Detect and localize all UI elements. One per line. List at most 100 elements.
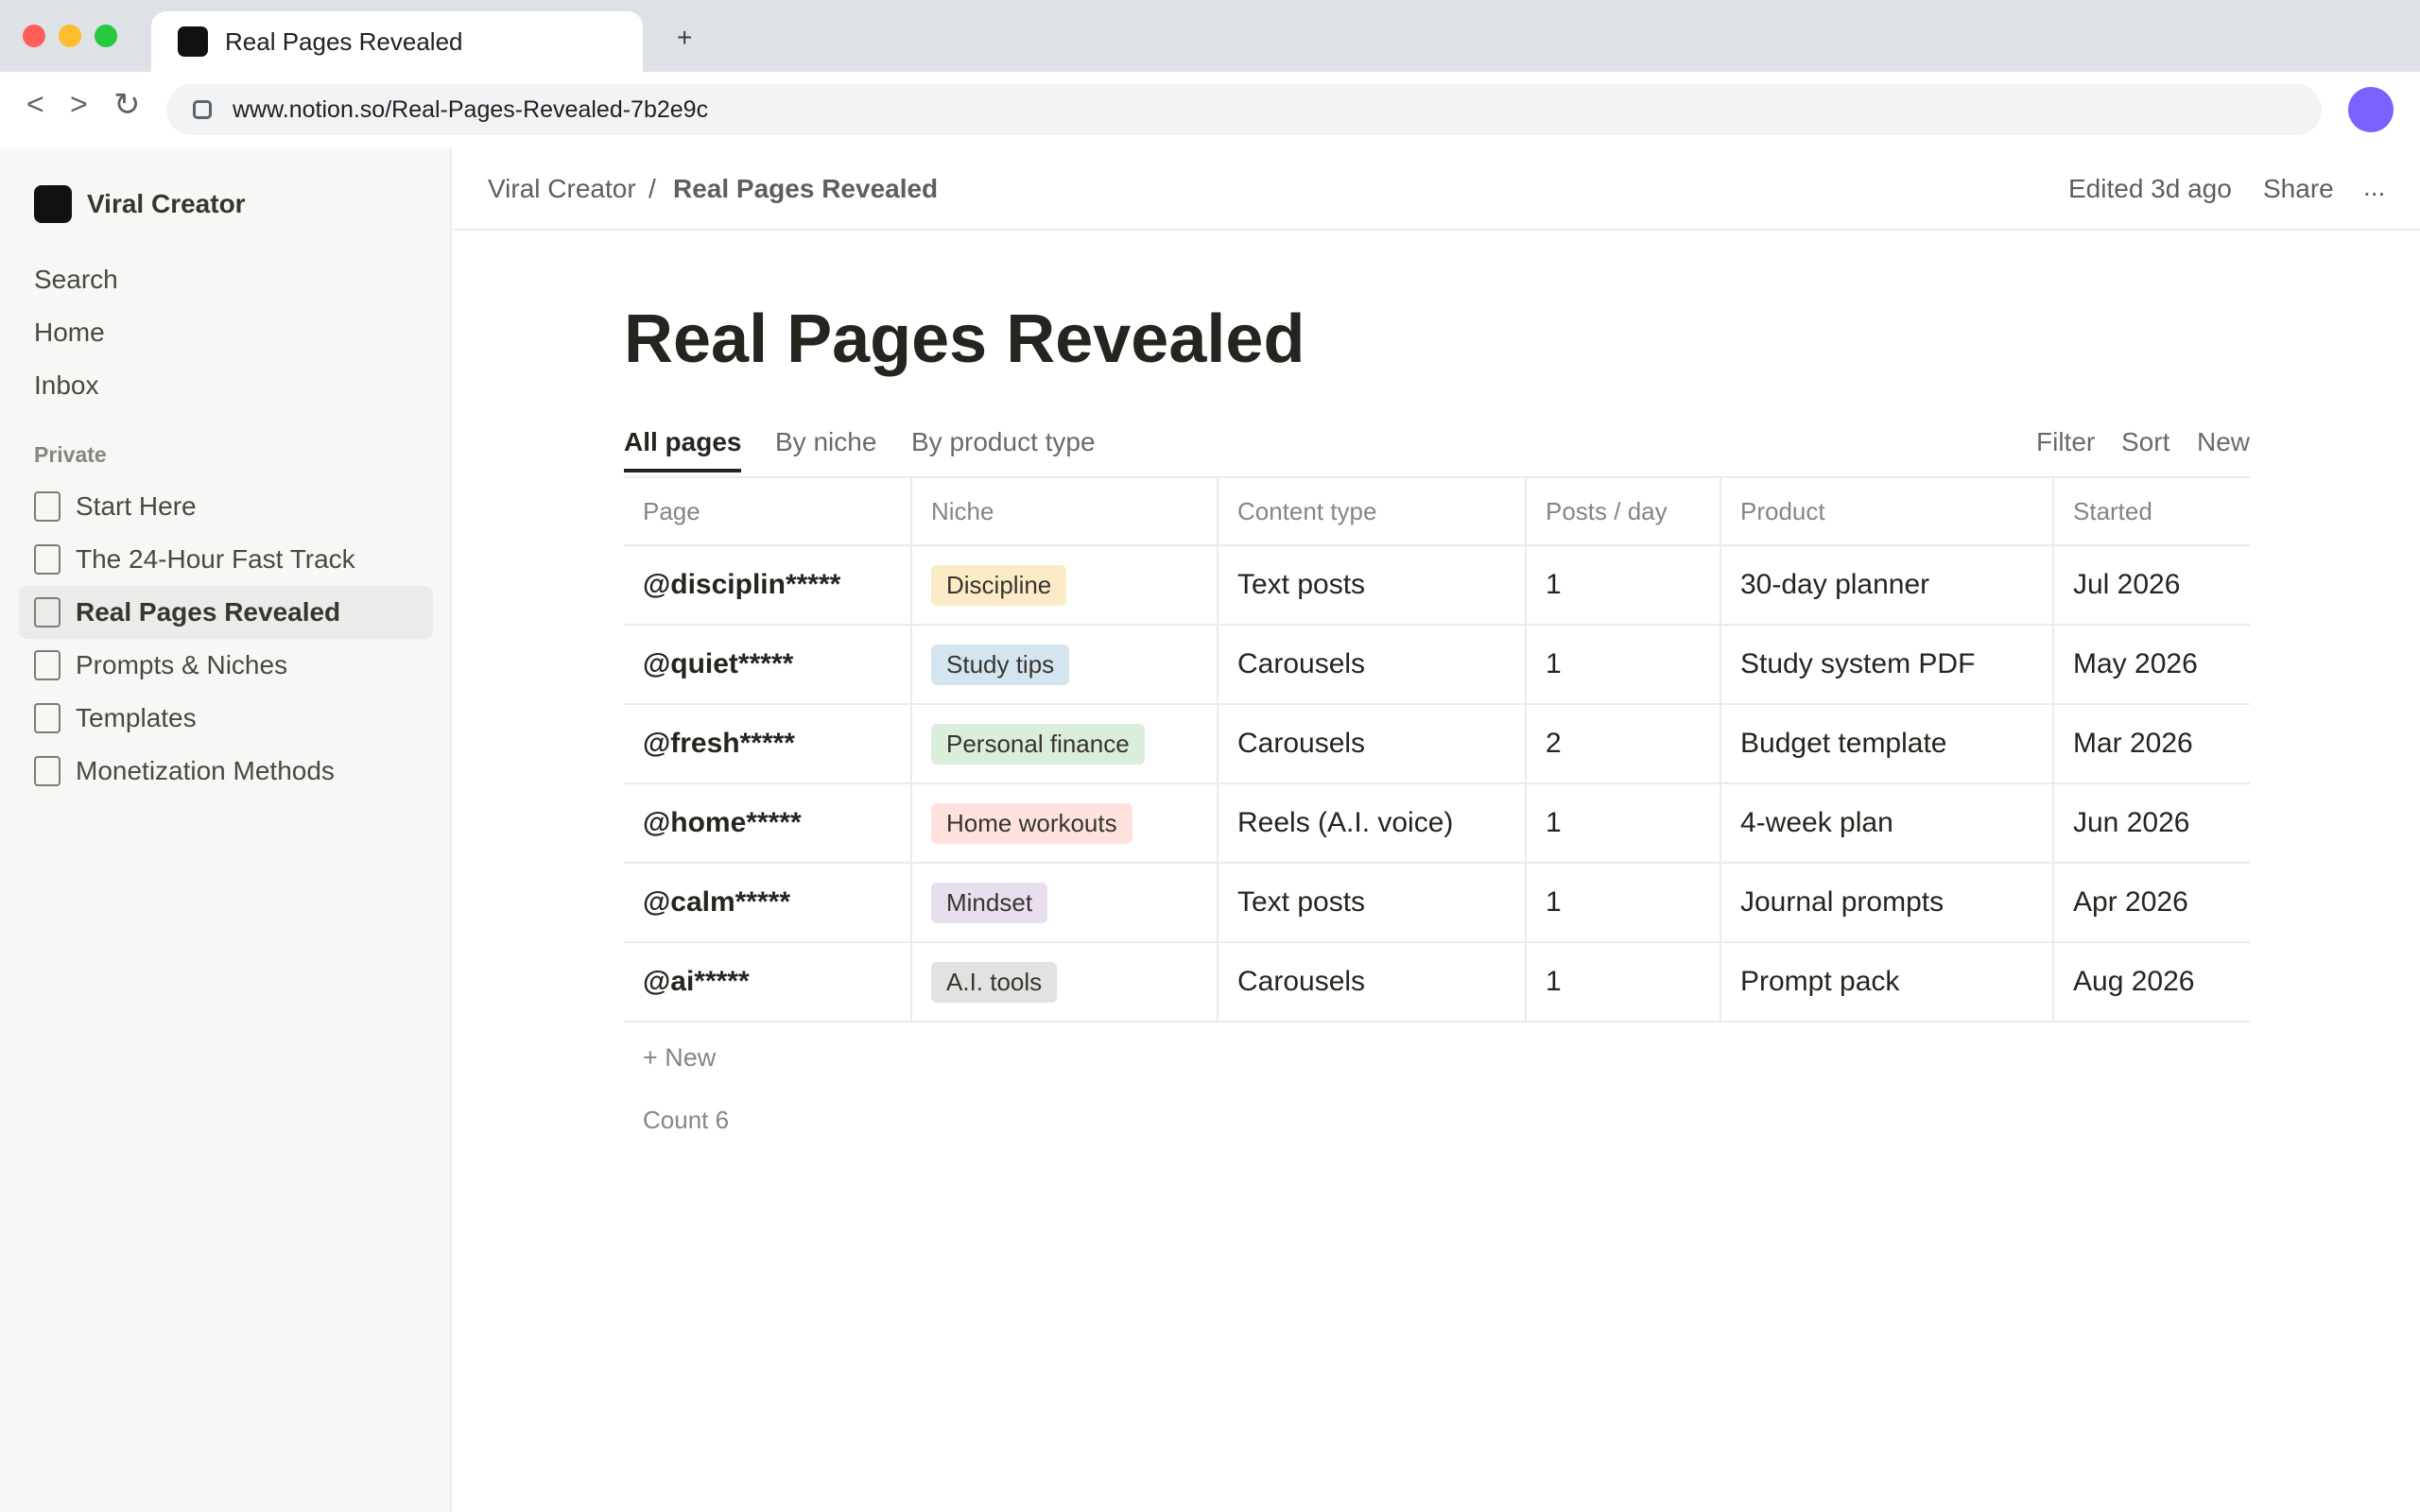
cell-page[interactable]: @disciplin***** xyxy=(624,544,911,626)
cell-posts-per-day[interactable]: 1 xyxy=(1525,941,1720,1022)
cell-niche[interactable]: Home workouts xyxy=(910,782,1218,864)
new-tab-button[interactable]: + xyxy=(677,25,692,51)
more-options-button[interactable]: ... xyxy=(2363,172,2385,202)
sidebar-page-label: Prompts & Niches xyxy=(76,650,288,679)
column-header-page[interactable]: Page xyxy=(624,476,911,546)
cell-posts-per-day[interactable]: 1 xyxy=(1525,544,1720,626)
cell-page[interactable]: @ai***** xyxy=(624,941,911,1022)
table-row[interactable]: @quiet***** Study tips Carousels 1 Study… xyxy=(624,624,2250,705)
share-button[interactable]: Share xyxy=(2263,174,2334,204)
cell-product[interactable]: 4-week plan xyxy=(1720,782,2053,864)
sidebar-item-inbox[interactable]: Inbox xyxy=(34,370,99,401)
column-header-posts-per-day[interactable]: Posts / day xyxy=(1525,476,1720,546)
cell-page[interactable]: @fresh***** xyxy=(624,703,911,784)
column-header-product[interactable]: Product xyxy=(1720,476,2053,546)
minimize-window-button[interactable] xyxy=(59,25,81,47)
sidebar-page-label: Monetization Methods xyxy=(76,756,335,785)
tab-by-product-type[interactable]: By product type xyxy=(911,427,1096,457)
add-row-button[interactable]: + New xyxy=(643,1043,716,1073)
table-row[interactable]: @ai***** A.I. tools Carousels 1 Prompt p… xyxy=(624,941,2250,1022)
close-window-button[interactable] xyxy=(23,25,45,47)
row-count: Count 6 xyxy=(643,1106,730,1134)
cell-product[interactable]: Budget template xyxy=(1720,703,2053,784)
workspace-switcher[interactable]: Viral Creator xyxy=(34,185,246,223)
database-table: Page Niche Content type Posts / day Prod… xyxy=(624,476,2250,1022)
tab-by-niche[interactable]: By niche xyxy=(775,427,876,457)
niche-tag: Study tips xyxy=(931,644,1070,685)
cell-product[interactable]: Study system PDF xyxy=(1720,624,2053,705)
filter-button[interactable]: Filter xyxy=(2036,427,2095,457)
cell-product[interactable]: Journal prompts xyxy=(1720,862,2053,943)
profile-avatar[interactable] xyxy=(2348,87,2394,132)
forward-button[interactable]: > xyxy=(70,89,88,119)
cell-posts-per-day[interactable]: 1 xyxy=(1525,862,1720,943)
page-icon xyxy=(34,544,60,575)
sidebar-page-real-pages-revealed[interactable]: Real Pages Revealed xyxy=(19,586,433,639)
cell-niche[interactable]: A.I. tools xyxy=(910,941,1218,1022)
sidebar-page-prompts-niches[interactable]: Prompts & Niches xyxy=(19,639,433,692)
cell-content-type[interactable]: Reels (A.I. voice) xyxy=(1217,782,1526,864)
cell-page[interactable]: @quiet***** xyxy=(624,624,911,705)
cell-niche[interactable]: Mindset xyxy=(910,862,1218,943)
cell-niche[interactable]: Discipline xyxy=(910,544,1218,626)
table-row[interactable]: @home***** Home workouts Reels (A.I. voi… xyxy=(624,782,2250,864)
sidebar-page-label: Real Pages Revealed xyxy=(76,597,341,627)
page-header: Viral Creator / Real Pages Revealed Edit… xyxy=(454,147,2420,231)
cell-content-type[interactable]: Carousels xyxy=(1217,624,1526,705)
reload-button[interactable]: ↻ xyxy=(113,89,141,121)
back-button[interactable]: < xyxy=(26,89,44,119)
cell-posts-per-day[interactable]: 1 xyxy=(1525,782,1720,864)
cell-posts-per-day[interactable]: 1 xyxy=(1525,624,1720,705)
browser-tab-bar: Real Pages Revealed + xyxy=(0,0,2420,72)
new-view-button[interactable]: New xyxy=(2197,427,2250,457)
column-header-started[interactable]: Started xyxy=(2052,476,2250,546)
address-bar[interactable]: www.notion.so/Real-Pages-Revealed-7b2e9c xyxy=(166,84,2322,135)
sidebar-page-label: Start Here xyxy=(76,491,197,521)
sidebar-item-home[interactable]: Home xyxy=(34,318,105,348)
cell-started[interactable]: May 2026 xyxy=(2052,624,2250,705)
sidebar-page-label: Templates xyxy=(76,703,197,732)
cell-product[interactable]: Prompt pack xyxy=(1720,941,2053,1022)
niche-tag: Discipline xyxy=(931,564,1067,606)
table-header-row: Page Niche Content type Posts / day Prod… xyxy=(624,476,2250,546)
sidebar-page-monetization-methods[interactable]: Monetization Methods xyxy=(19,745,433,798)
sidebar-page-templates[interactable]: Templates xyxy=(19,692,433,745)
site-info-icon[interactable] xyxy=(193,100,212,119)
cell-niche[interactable]: Study tips xyxy=(910,624,1218,705)
cell-page[interactable]: @calm***** xyxy=(624,862,911,943)
cell-started[interactable]: Apr 2026 xyxy=(2052,862,2250,943)
cell-content-type[interactable]: Text posts xyxy=(1217,544,1526,626)
cell-content-type[interactable]: Text posts xyxy=(1217,862,1526,943)
url-text: www.notion.so/Real-Pages-Revealed-7b2e9c xyxy=(233,95,709,123)
page-icon xyxy=(34,491,60,522)
page-icon xyxy=(34,703,60,733)
sort-button[interactable]: Sort xyxy=(2121,427,2169,457)
breadcrumb-current[interactable]: Real Pages Revealed xyxy=(673,174,938,204)
maximize-window-button[interactable] xyxy=(95,25,117,47)
cell-product[interactable]: 30-day planner xyxy=(1720,544,2053,626)
sidebar-item-search[interactable]: Search xyxy=(34,265,118,295)
table-row[interactable]: @fresh***** Personal finance Carousels 2… xyxy=(624,703,2250,784)
column-header-content-type[interactable]: Content type xyxy=(1217,476,1526,546)
breadcrumb-root[interactable]: Viral Creator xyxy=(488,174,636,204)
tab-all-pages[interactable]: All pages xyxy=(624,427,741,457)
niche-tag: Home workouts xyxy=(931,802,1132,844)
sidebar-page-label: The 24-Hour Fast Track xyxy=(76,544,355,574)
cell-started[interactable]: Aug 2026 xyxy=(2052,941,2250,1022)
sidebar-page-24-hour-fast-track[interactable]: The 24-Hour Fast Track xyxy=(19,533,433,586)
table-row[interactable]: @disciplin***** Discipline Text posts 1 … xyxy=(624,544,2250,626)
cell-content-type[interactable]: Carousels xyxy=(1217,941,1526,1022)
cell-started[interactable]: Mar 2026 xyxy=(2052,703,2250,784)
section-label-private: Private xyxy=(34,442,107,467)
column-header-niche[interactable]: Niche xyxy=(910,476,1218,546)
cell-posts-per-day[interactable]: 2 xyxy=(1525,703,1720,784)
cell-started[interactable]: Jul 2026 xyxy=(2052,544,2250,626)
cell-niche[interactable]: Personal finance xyxy=(910,703,1218,784)
sidebar-page-start-here[interactable]: Start Here xyxy=(19,480,433,533)
tab-title: Real Pages Revealed xyxy=(225,26,463,56)
cell-page[interactable]: @home***** xyxy=(624,782,911,864)
table-row[interactable]: @calm***** Mindset Text posts 1 Journal … xyxy=(624,862,2250,943)
cell-started[interactable]: Jun 2026 xyxy=(2052,782,2250,864)
browser-tab[interactable]: Real Pages Revealed xyxy=(151,11,643,72)
cell-content-type[interactable]: Carousels xyxy=(1217,703,1526,784)
